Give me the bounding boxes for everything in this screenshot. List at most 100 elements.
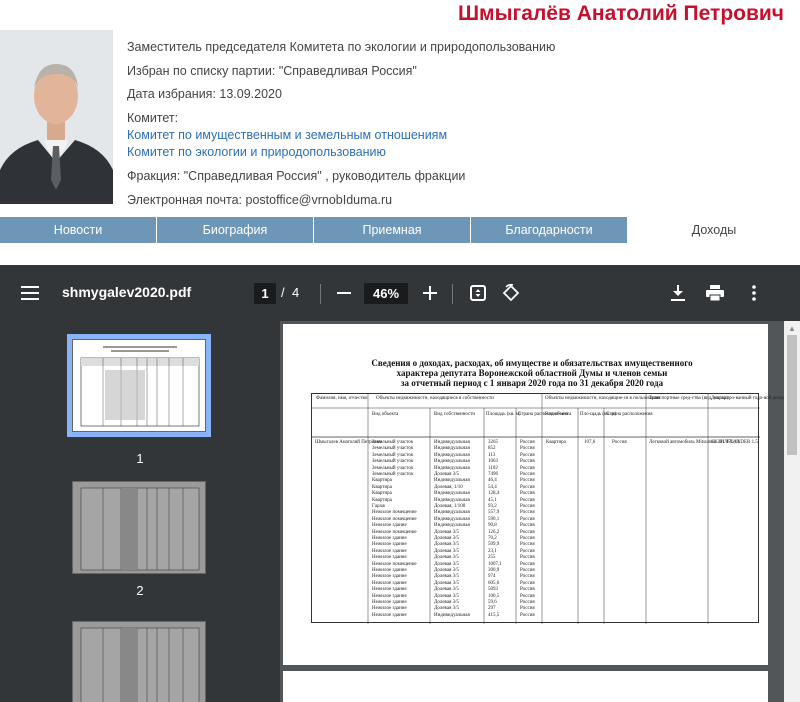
scroll-thumb[interactable] <box>787 335 797 455</box>
page-separator: / <box>281 285 285 300</box>
property-object: Нежилое здание <box>372 555 407 561</box>
property-object: Нежилое помещение <box>372 510 417 516</box>
property-country: Россия <box>520 568 535 573</box>
thumbnail-sidebar: 1 2 <box>0 321 280 702</box>
property-object: Земельный участок <box>372 446 414 452</box>
profile-tabs: Новости Биография Приемная Благодарности… <box>0 217 800 243</box>
page-number-input[interactable]: 1 <box>254 283 276 304</box>
fit-page-icon[interactable] <box>468 283 488 303</box>
page-thumbnail[interactable] <box>72 621 206 702</box>
property-area: 7496 <box>488 472 498 477</box>
property-object: Нежилое здание <box>372 612 407 618</box>
zoom-in-icon[interactable] <box>420 283 440 303</box>
property-object: Нежилое помещение <box>372 561 417 567</box>
property-country: Россия <box>520 593 535 599</box>
property-area: 23,1 <box>488 548 497 554</box>
property-ownership: Долевая, 1/10 <box>434 484 463 490</box>
property-ownership: Долевая 3/5 <box>434 561 460 567</box>
property-area: 590,1 <box>488 516 500 522</box>
property-country: Россия <box>520 523 535 529</box>
rotate-icon[interactable] <box>500 283 522 303</box>
document-title: Сведения о доходах, расходах, об имущест… <box>283 358 781 388</box>
property-area: 297 <box>488 606 496 612</box>
page-thumbnail[interactable] <box>67 334 211 437</box>
use-object: Квартира <box>546 440 566 445</box>
property-country: Россия <box>520 440 535 445</box>
property-country: Россия <box>520 491 535 497</box>
property-area: 93,2 <box>488 504 497 509</box>
property-ownership: Долевая 3/5 <box>434 574 460 580</box>
property-area: 1102 <box>488 465 498 471</box>
property-country: Россия <box>520 574 535 580</box>
property-area: 605,6 <box>488 580 500 586</box>
property-ownership: Долевая 3/5 <box>434 555 460 561</box>
property-ownership: Долевая 3/5 <box>434 529 460 535</box>
property-area: 509,9 <box>488 542 500 548</box>
document-title-line: за отчетный период с 1 января 2020 года … <box>400 378 664 388</box>
pdf-document-area[interactable]: Сведения о доходах, расходах, об имущест… <box>280 321 800 702</box>
property-area: 46,4 <box>488 478 497 484</box>
property-object: Нежилое помещение <box>372 529 417 535</box>
menu-icon[interactable] <box>18 283 42 303</box>
tab-reception[interactable]: Приемная <box>314 217 471 243</box>
property-object: Нежилое здание <box>372 523 407 529</box>
total-pages: 4 <box>292 285 300 300</box>
property-ownership: Долевая 3/5 <box>434 568 460 573</box>
property-ownership: Долевая 3/5 <box>434 536 460 541</box>
property-country: Россия <box>520 516 535 522</box>
pdf-page <box>283 671 768 702</box>
committee-link-property[interactable]: Комитет по имущественным и земельным отн… <box>127 128 447 142</box>
zoom-level[interactable]: 46% <box>364 283 408 304</box>
property-country: Россия <box>520 529 535 535</box>
property-object: Нежилое здание <box>372 593 407 599</box>
property-ownership: Индивидуальная <box>434 497 470 503</box>
email: Электронная почта: postoffice@vrnobIduma… <box>127 193 393 207</box>
property-object: Нежилое помещение <box>372 516 417 522</box>
zoom-out-icon[interactable] <box>334 283 354 303</box>
table-subheader: Страна расположения <box>606 412 653 417</box>
pdf-file-name: shmygalev2020.pdf <box>62 284 192 300</box>
property-object: Нежилое здание <box>372 548 407 554</box>
table-header: Объекты недвижимости, находящиеся в собс… <box>376 396 494 401</box>
property-object: Земельный участок <box>372 459 414 465</box>
property-object: Земельный участок <box>372 452 414 458</box>
table-subheader: Площадь (кв. м) <box>486 412 521 417</box>
property-area: 1063 <box>488 459 498 465</box>
income-table: Фамилия, имя, отчество Объекты недвижимо… <box>311 393 798 624</box>
tab-gratitude[interactable]: Благодарности <box>471 217 628 243</box>
more-icon[interactable] <box>744 283 764 303</box>
party-list: Избран по списку партии: "Справедливая Р… <box>127 64 417 78</box>
property-country: Россия <box>520 452 535 458</box>
property-country: Россия <box>520 504 535 509</box>
property-object: Нежилое здание <box>372 600 407 605</box>
property-object: Нежилое здание <box>372 587 407 593</box>
pdf-page: Сведения о доходах, расходах, об имущест… <box>283 324 798 665</box>
property-ownership: Индивидуальная <box>434 523 470 529</box>
property-object: Земельный участок <box>372 440 414 445</box>
property-ownership: Долевая 3/5 <box>434 542 460 548</box>
property-country: Россия <box>520 510 535 516</box>
scroll-up-arrow-icon[interactable]: ▲ <box>788 324 796 333</box>
property-country: Россия <box>520 600 535 605</box>
property-area: 415,5 <box>488 612 500 618</box>
property-country: Россия <box>520 446 535 452</box>
property-object: Нежилое здание <box>372 574 407 580</box>
property-object: Квартира <box>372 491 392 497</box>
committee-link-ecology[interactable]: Комитет по экологии и природопользованию <box>127 145 386 159</box>
thumbnail-number: 1 <box>136 451 144 466</box>
property-object: Квартира <box>372 478 392 484</box>
property-ownership: Индивидуальная <box>434 452 470 458</box>
property-ownership: Индивидуальная <box>434 612 470 618</box>
tab-biography[interactable]: Биография <box>157 217 314 243</box>
page-thumbnail[interactable] <box>72 481 206 574</box>
property-ownership: Индивидуальная <box>434 478 470 484</box>
property-country: Россия <box>520 459 535 465</box>
vertical-scrollbar[interactable]: ▲ <box>784 321 800 702</box>
print-icon[interactable] <box>704 283 726 303</box>
property-object: Квартира <box>372 484 392 490</box>
download-icon[interactable] <box>668 283 688 303</box>
tab-news[interactable]: Новости <box>0 217 157 243</box>
tab-income[interactable]: Доходы <box>628 217 800 243</box>
property-country: Россия <box>520 555 535 561</box>
property-country: Россия <box>520 472 535 477</box>
